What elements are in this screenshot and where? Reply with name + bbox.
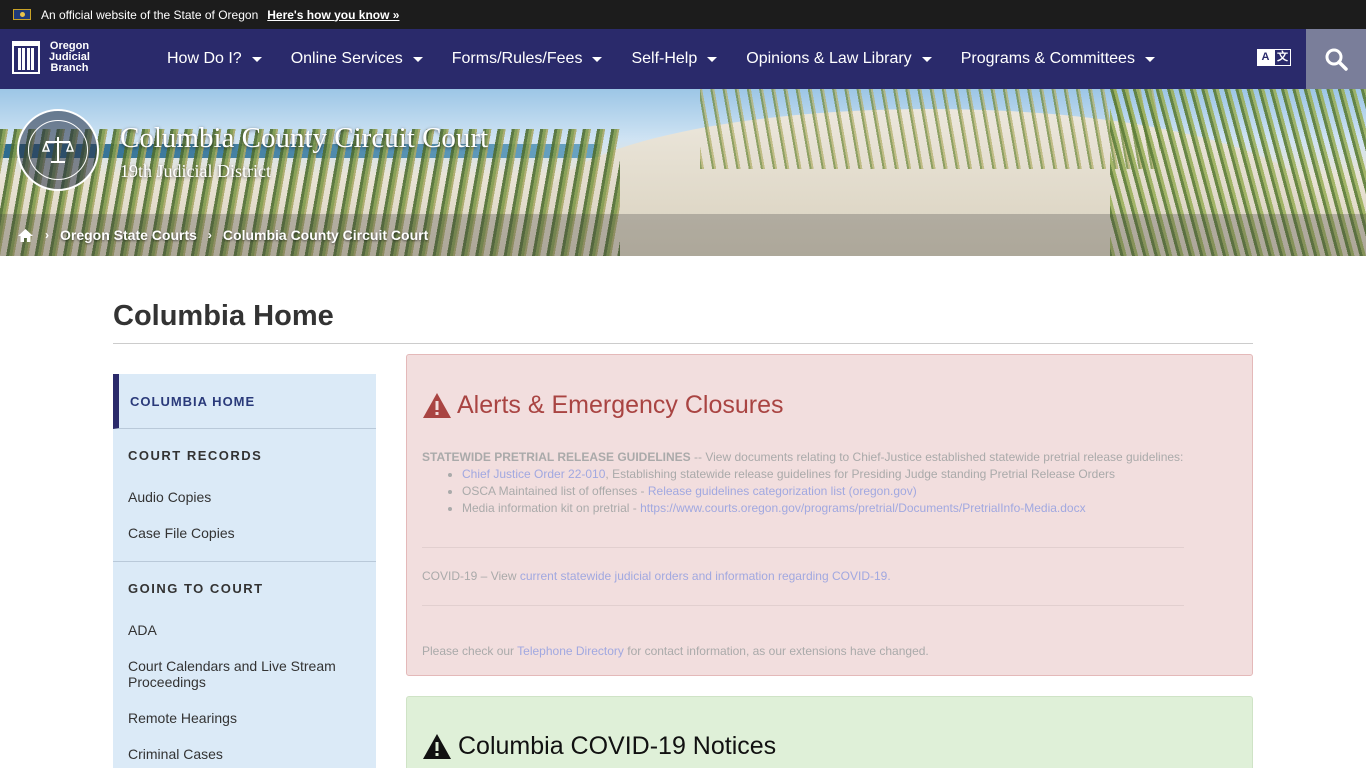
- chevron-down-icon: [251, 56, 262, 62]
- nav-online-services[interactable]: Online Services: [291, 50, 423, 68]
- chevron-down-icon: [412, 56, 423, 62]
- sidebar-link-criminal-cases[interactable]: Criminal Cases: [113, 746, 376, 762]
- sidebar-link-audio-copies[interactable]: Audio Copies: [113, 489, 376, 505]
- home-icon[interactable]: [17, 228, 34, 243]
- official-site-text: An official website of the State of Oreg…: [41, 7, 259, 22]
- chevron-right-icon: ›: [45, 228, 49, 242]
- warning-icon: [423, 393, 451, 418]
- list-item: Chief Justice Order 22-010, Establishing…: [462, 466, 1202, 483]
- covid-orders-link[interactable]: current statewide judicial orders and in…: [520, 569, 891, 583]
- breadcrumb-columbia-county[interactable]: Columbia County Circuit Court: [223, 227, 428, 243]
- nav-menu: How Do I? Online Services Forms/Rules/Fe…: [167, 29, 1184, 89]
- search-icon: [1325, 48, 1348, 71]
- media-kit-link[interactable]: https://www.courts.oregon.gov/programs/p…: [640, 501, 1086, 515]
- sidebar-heading-court-records: COURT RECORDS: [128, 448, 263, 463]
- covid-orders-line: COVID-19 – View current statewide judici…: [422, 569, 891, 583]
- courthouse-icon: [12, 41, 40, 74]
- translate-icon[interactable]: A文: [1257, 49, 1291, 66]
- alerts-panel: Alerts & Emergency Closures STATEWIDE PR…: [406, 354, 1253, 676]
- page-title: Columbia Home: [113, 300, 334, 332]
- chevron-down-icon: [1144, 56, 1155, 62]
- sidebar-heading-going-to-court: GOING TO COURT: [128, 581, 264, 596]
- sidebar-link-ada[interactable]: ADA: [113, 622, 376, 638]
- chevron-down-icon: [707, 56, 718, 62]
- pretrial-list: Chief Justice Order 22-010, Establishing…: [462, 466, 1202, 517]
- chief-justice-order-link[interactable]: Chief Justice Order 22-010: [462, 467, 605, 481]
- nav-opinions-law-library[interactable]: Opinions & Law Library: [746, 50, 932, 68]
- alerts-heading: Alerts & Emergency Closures: [422, 391, 784, 420]
- logo-text: Oregon Judicial Branch: [49, 40, 90, 74]
- sidebar-link-case-file-copies[interactable]: Case File Copies: [113, 525, 376, 541]
- chevron-down-icon: [592, 56, 603, 62]
- release-guidelines-link[interactable]: Release guidelines categorization list (…: [648, 484, 917, 498]
- list-item: OSCA Maintained list of offenses - Relea…: [462, 483, 1202, 500]
- scales-icon: [41, 137, 75, 163]
- main-nav: Oregon Judicial Branch How Do I? Online …: [0, 29, 1366, 89]
- breadcrumb-oregon-state-courts[interactable]: Oregon State Courts: [60, 227, 197, 243]
- alerts-divider: [422, 605, 1184, 606]
- judicial-seal-icon: [17, 109, 99, 191]
- nav-how-do-i[interactable]: How Do I?: [167, 50, 262, 68]
- hero-banner: Columbia County Circuit Court 19th Judic…: [0, 89, 1366, 256]
- nav-programs-committees[interactable]: Programs & Committees: [961, 50, 1155, 68]
- sidebar-item-columbia-home[interactable]: COLUMBIA HOME: [113, 374, 376, 429]
- alerts-divider: [422, 547, 1184, 548]
- alerts-body: STATEWIDE PRETRIAL RELEASE GUIDELINES --…: [422, 449, 1202, 517]
- nav-self-help[interactable]: Self-Help: [631, 50, 718, 68]
- telephone-line: Please check our Telephone Directory for…: [422, 644, 929, 658]
- covid-notices-panel: Columbia COVID-19 Notices: [406, 696, 1253, 768]
- how-you-know-link[interactable]: Here's how you know »: [267, 8, 399, 22]
- list-item: Media information kit on pretrial - http…: [462, 500, 1202, 517]
- sidebar-link-court-calendars[interactable]: Court Calendars and Live Stream Proceedi…: [113, 658, 343, 690]
- sidebar-link-remote-hearings[interactable]: Remote Hearings: [113, 710, 376, 726]
- oregon-flag-icon: [13, 9, 31, 20]
- title-divider: [113, 343, 1253, 344]
- search-button[interactable]: [1306, 29, 1366, 89]
- warning-icon: [423, 734, 451, 759]
- chevron-right-icon: ›: [207, 228, 212, 242]
- telephone-directory-link[interactable]: Telephone Directory: [517, 644, 624, 658]
- sidebar: COLUMBIA HOME COURT RECORDS Audio Copies…: [113, 374, 376, 768]
- covid-notices-heading: Columbia COVID-19 Notices: [422, 732, 776, 761]
- court-subtitle: 19th Judicial District: [120, 161, 271, 181]
- nav-forms-rules-fees[interactable]: Forms/Rules/Fees: [452, 50, 603, 68]
- chevron-down-icon: [921, 56, 932, 62]
- ojd-logo[interactable]: Oregon Judicial Branch: [12, 41, 90, 74]
- court-title: Columbia County Circuit Court: [120, 122, 489, 154]
- pretrial-lead: STATEWIDE PRETRIAL RELEASE GUIDELINES --…: [422, 450, 1184, 464]
- breadcrumb: › Oregon State Courts › Columbia County …: [0, 214, 1366, 256]
- official-site-bar: An official website of the State of Oreg…: [0, 0, 1366, 29]
